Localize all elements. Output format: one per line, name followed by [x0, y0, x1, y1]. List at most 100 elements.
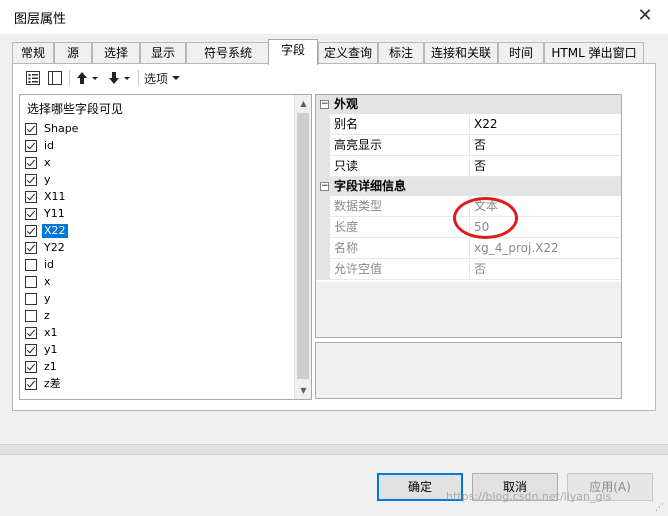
- background-strip: [0, 444, 668, 455]
- checkbox[interactable]: [25, 208, 37, 220]
- collapse-icon[interactable]: −: [320, 182, 329, 191]
- tab-display[interactable]: 显示: [140, 42, 186, 64]
- field-label: x1: [44, 326, 58, 339]
- list-view-icon[interactable]: [24, 68, 42, 88]
- list-item-selected[interactable]: X22: [25, 223, 68, 239]
- table-view-icon[interactable]: [46, 68, 64, 88]
- field-visibility-list[interactable]: 选择哪些字段可见 Shape id x y X11 Y11 X22 Y22 id…: [19, 94, 312, 400]
- list-item[interactable]: Y22: [25, 240, 67, 256]
- list-item[interactable]: z: [25, 308, 52, 324]
- red-circle-annotation: [453, 197, 518, 239]
- property-value[interactable]: 否: [471, 135, 621, 156]
- category-field-details[interactable]: − 字段详细信息: [316, 177, 621, 196]
- toolbar-separator: [138, 70, 139, 86]
- tab-general[interactable]: 常规: [12, 42, 54, 64]
- property-value: 否: [474, 262, 487, 276]
- list-item[interactable]: x1: [25, 325, 60, 341]
- list-item[interactable]: y1: [25, 342, 60, 358]
- tab-labels[interactable]: 标注: [378, 42, 424, 64]
- move-down-button[interactable]: [106, 68, 134, 88]
- checkbox[interactable]: [25, 174, 37, 186]
- property-value[interactable]: 否: [471, 156, 621, 177]
- list-item[interactable]: X11: [25, 189, 68, 205]
- options-button[interactable]: 选项: [144, 68, 186, 88]
- close-button[interactable]: ✕: [632, 4, 658, 28]
- property-name: 别名: [331, 114, 470, 135]
- list-item[interactable]: id: [25, 257, 56, 273]
- property-grid-empty-area: [316, 282, 621, 337]
- list-item[interactable]: Y11: [25, 206, 67, 222]
- property-row-alias[interactable]: 别名 X22: [316, 114, 621, 135]
- category-label: 外观: [334, 97, 359, 111]
- list-item[interactable]: y: [25, 291, 53, 307]
- field-label: X22: [42, 224, 68, 238]
- checkbox[interactable]: [25, 123, 37, 135]
- category-appearance[interactable]: − 外观: [316, 95, 621, 114]
- checkbox[interactable]: [25, 378, 37, 390]
- category-label: 字段详细信息: [334, 179, 407, 193]
- property-row-highlight[interactable]: 高亮显示 否: [316, 135, 621, 156]
- field-label: Y22: [44, 241, 65, 254]
- list-item[interactable]: Shape: [25, 121, 80, 137]
- list-scrollbar[interactable]: ▲ ▼: [294, 95, 311, 399]
- resize-grip-icon[interactable]: ⋰: [655, 503, 665, 513]
- checkbox[interactable]: [25, 225, 37, 237]
- checkbox[interactable]: [25, 157, 37, 169]
- tab-joins-relates[interactable]: 连接和关联: [424, 42, 498, 64]
- field-label: z1: [44, 360, 57, 373]
- checkbox[interactable]: [25, 276, 37, 288]
- tab-html-popup[interactable]: HTML 弹出窗口: [544, 42, 644, 64]
- scroll-down-icon[interactable]: ▼: [295, 382, 311, 399]
- field-label: x: [44, 275, 51, 288]
- checkbox[interactable]: [25, 327, 37, 339]
- property-row-readonly[interactable]: 只读 否: [316, 156, 621, 177]
- tab-source[interactable]: 源: [54, 42, 92, 64]
- checkbox[interactable]: [25, 259, 37, 271]
- property-name: 只读: [331, 156, 470, 177]
- checkbox[interactable]: [25, 242, 37, 254]
- field-label: Shape: [44, 122, 79, 135]
- tab-symbology[interactable]: 符号系统: [186, 42, 270, 64]
- tab-definition-query[interactable]: 定义查询: [318, 42, 378, 64]
- property-name: 数据类型: [331, 196, 470, 217]
- field-label: y: [44, 292, 51, 305]
- scrollbar-thumb[interactable]: [297, 113, 309, 379]
- list-item[interactable]: id: [25, 138, 56, 154]
- list-item[interactable]: x: [25, 274, 53, 290]
- field-label: X11: [44, 190, 66, 203]
- move-up-button[interactable]: [74, 68, 102, 88]
- list-header: 选择哪些字段可见: [27, 102, 124, 116]
- property-value[interactable]: X22: [471, 114, 621, 135]
- property-value: xg_4_proj.X22: [474, 241, 559, 255]
- property-row-name: 名称 xg_4_proj.X22: [316, 238, 621, 259]
- field-label: x: [44, 156, 51, 169]
- scroll-up-icon[interactable]: ▲: [295, 95, 311, 112]
- field-label: y: [44, 173, 51, 186]
- checkbox[interactable]: [25, 361, 37, 373]
- options-label: 选项: [144, 71, 169, 86]
- arrow-up-icon: [77, 72, 98, 84]
- options-dropdown-icon: [172, 76, 181, 80]
- arrow-down-icon: [109, 72, 130, 84]
- property-row-allow-null: 允许空值 否: [316, 259, 621, 280]
- field-label: y1: [44, 343, 58, 356]
- list-item[interactable]: x: [25, 155, 53, 171]
- property-name: 允许空值: [331, 259, 470, 280]
- tab-time[interactable]: 时间: [498, 42, 544, 64]
- checkbox[interactable]: [25, 344, 37, 356]
- tab-selection[interactable]: 选择: [92, 42, 140, 64]
- list-item[interactable]: y: [25, 172, 53, 188]
- property-name: 高亮显示: [331, 135, 470, 156]
- list-item[interactable]: z1: [25, 359, 59, 375]
- list-item[interactable]: z差: [25, 376, 63, 392]
- title-bar: 图层属性 ✕: [0, 0, 668, 34]
- field-label: id: [44, 139, 55, 152]
- checkbox[interactable]: [25, 191, 37, 203]
- checkbox[interactable]: [25, 293, 37, 305]
- checkbox[interactable]: [25, 310, 37, 322]
- field-label: z差: [44, 377, 61, 390]
- tab-fields[interactable]: 字段: [268, 39, 318, 65]
- collapse-icon[interactable]: −: [320, 100, 329, 109]
- checkbox[interactable]: [25, 140, 37, 152]
- field-label: id: [44, 258, 55, 271]
